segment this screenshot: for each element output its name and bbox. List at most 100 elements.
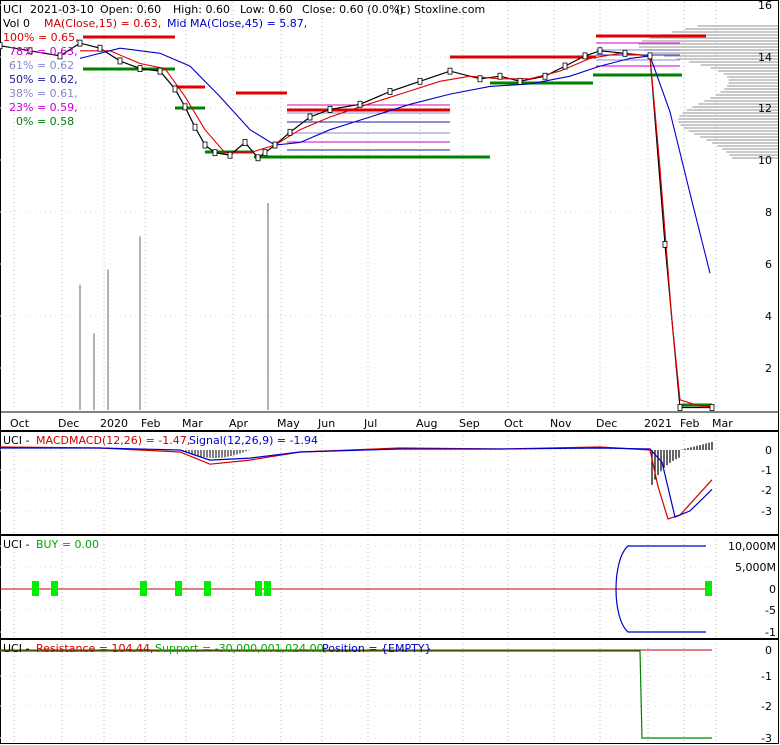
macd-y-tick: 0 xyxy=(765,444,772,457)
support-line xyxy=(0,650,712,739)
month-label: Jun xyxy=(317,417,335,430)
stock-chart: 16 14 12 10 8 6 4 2 Oct Dec 2020 Feb Mar Apr May Jun Ju… xyxy=(0,0,779,745)
month-label: Aug xyxy=(416,417,437,430)
price-y-tick: 8 xyxy=(765,206,772,219)
header-ma45: Mid MA(Close,45) = 5.87, xyxy=(167,17,307,30)
buy-title-prefix: UCI - xyxy=(3,538,29,551)
price-candle xyxy=(622,49,628,57)
price-candle xyxy=(662,240,668,248)
buy-label: BUY = 0.00 xyxy=(36,538,99,551)
buy-y-axis: 10,000M 5,000M 0 -5 -1 xyxy=(728,540,776,639)
resistance-lines xyxy=(0,649,712,739)
macd-y-tick: -2 xyxy=(761,484,772,497)
price-candle xyxy=(447,67,453,75)
buy-signal-marker xyxy=(32,581,39,596)
month-label: Mar xyxy=(182,417,203,430)
header-open: Open: 0.60 xyxy=(100,3,161,16)
price-candle xyxy=(677,404,683,411)
header-close: Close: 0.60 (0.0%) xyxy=(302,3,404,16)
month-label: Dec xyxy=(58,417,79,430)
price-candle xyxy=(357,100,363,108)
month-label: Nov xyxy=(550,417,572,430)
header-ma15: MA(Close,15) = 0.63, xyxy=(44,17,161,30)
series-line xyxy=(0,42,712,409)
buy-signal-marker xyxy=(204,581,211,596)
price-grid xyxy=(0,2,778,413)
fib-level-label: 78% = 0.63, xyxy=(9,45,78,58)
month-label: Mar xyxy=(712,417,733,430)
fib-level-labels: 100% = 0.65,78% = 0.63,61% = 0.6250% = 0… xyxy=(3,31,79,128)
macd-y-axis: 0 -1 -2 -3 xyxy=(761,444,772,518)
buy-y-tick: -1 xyxy=(765,626,776,639)
price-y-tick: 6 xyxy=(765,258,772,271)
resistance-y-tick: -1 xyxy=(761,670,772,683)
header-low: Low: 0.60 xyxy=(240,3,293,16)
price-candle xyxy=(157,67,163,75)
price-candle xyxy=(212,149,218,157)
month-label: Feb xyxy=(141,417,160,430)
price-y-tick: 4 xyxy=(765,310,772,323)
price-candle xyxy=(597,47,603,55)
buy-signal-marker xyxy=(255,581,262,596)
month-label: 2020 xyxy=(100,417,128,430)
buy-y-tick: 5,000M xyxy=(735,561,776,574)
month-label: Feb xyxy=(680,417,699,430)
price-candle xyxy=(182,103,188,111)
price-candle xyxy=(387,88,393,95)
price-candle xyxy=(647,52,653,60)
price-candle xyxy=(137,65,143,72)
series-line xyxy=(80,50,713,408)
month-label: Jul xyxy=(363,417,377,430)
macd-y-tick: -3 xyxy=(761,505,772,518)
fib-level-label: 50% = 0.62, xyxy=(9,73,78,86)
price-candle xyxy=(227,151,233,159)
month-label: 2021 xyxy=(644,417,672,430)
price-candle xyxy=(97,44,103,52)
macd-label: MACDMACD(12,26) = -1.47, xyxy=(36,434,190,447)
price-y-tick: 2 xyxy=(765,362,772,375)
month-label: Dec xyxy=(596,417,617,430)
macd-series-line xyxy=(0,447,713,518)
price-y-tick: 14 xyxy=(758,51,772,64)
price-series-lines xyxy=(0,39,715,411)
price-candle xyxy=(192,123,198,131)
fib-level-label: 23% = 0.59, xyxy=(9,101,78,114)
buy-signal-marker xyxy=(705,581,712,596)
macd-y-tick: -1 xyxy=(761,464,772,477)
buy-y-tick: -5 xyxy=(765,604,776,617)
macd-title-prefix: UCI - xyxy=(3,434,29,447)
price-y-tick: 12 xyxy=(758,102,772,115)
fib-level-label: 100% = 0.65, xyxy=(3,31,79,44)
price-candle xyxy=(417,77,423,85)
price-candle xyxy=(117,57,123,65)
resistance-y-tick: -3 xyxy=(761,732,772,745)
price-candle xyxy=(287,128,293,136)
price-candle xyxy=(517,77,523,85)
header-date: 2021-03-10 xyxy=(30,3,94,16)
month-label: Sep xyxy=(459,417,480,430)
month-label: Oct xyxy=(504,417,524,430)
price-candle xyxy=(307,113,313,121)
price-candle xyxy=(709,404,715,411)
volume-bars xyxy=(79,203,269,410)
price-y-tick: 16 xyxy=(758,0,772,12)
header-symbol: UCI xyxy=(3,3,22,16)
macd-series-lines xyxy=(0,442,713,520)
macd-signal-label: Signal(12,26,9) = -1.94 xyxy=(189,434,318,447)
month-label: May xyxy=(277,417,300,430)
resistance-y-axis: 0 -1 -2 -3 xyxy=(761,644,772,745)
month-axis: Oct Dec 2020 Feb Mar Apr May Jun Jul Aug Sep Oct Nov… xyxy=(10,417,733,430)
buy-signal-marker xyxy=(140,581,147,596)
price-candle xyxy=(327,105,333,113)
price-y-tick: 10 xyxy=(758,154,772,167)
position-label: Position = {EMPTY} xyxy=(322,642,432,655)
month-label: Apr xyxy=(229,417,249,430)
price-candle xyxy=(255,154,261,162)
resistance-y-tick: 0 xyxy=(765,644,772,657)
resistance-panel-frame xyxy=(0,639,779,744)
month-label: Oct xyxy=(10,417,30,430)
price-candle xyxy=(272,141,278,149)
header-volume: Vol 0 xyxy=(3,17,30,30)
buy-y-tick: 0 xyxy=(769,583,776,596)
resistance-y-tick: -2 xyxy=(761,700,772,713)
